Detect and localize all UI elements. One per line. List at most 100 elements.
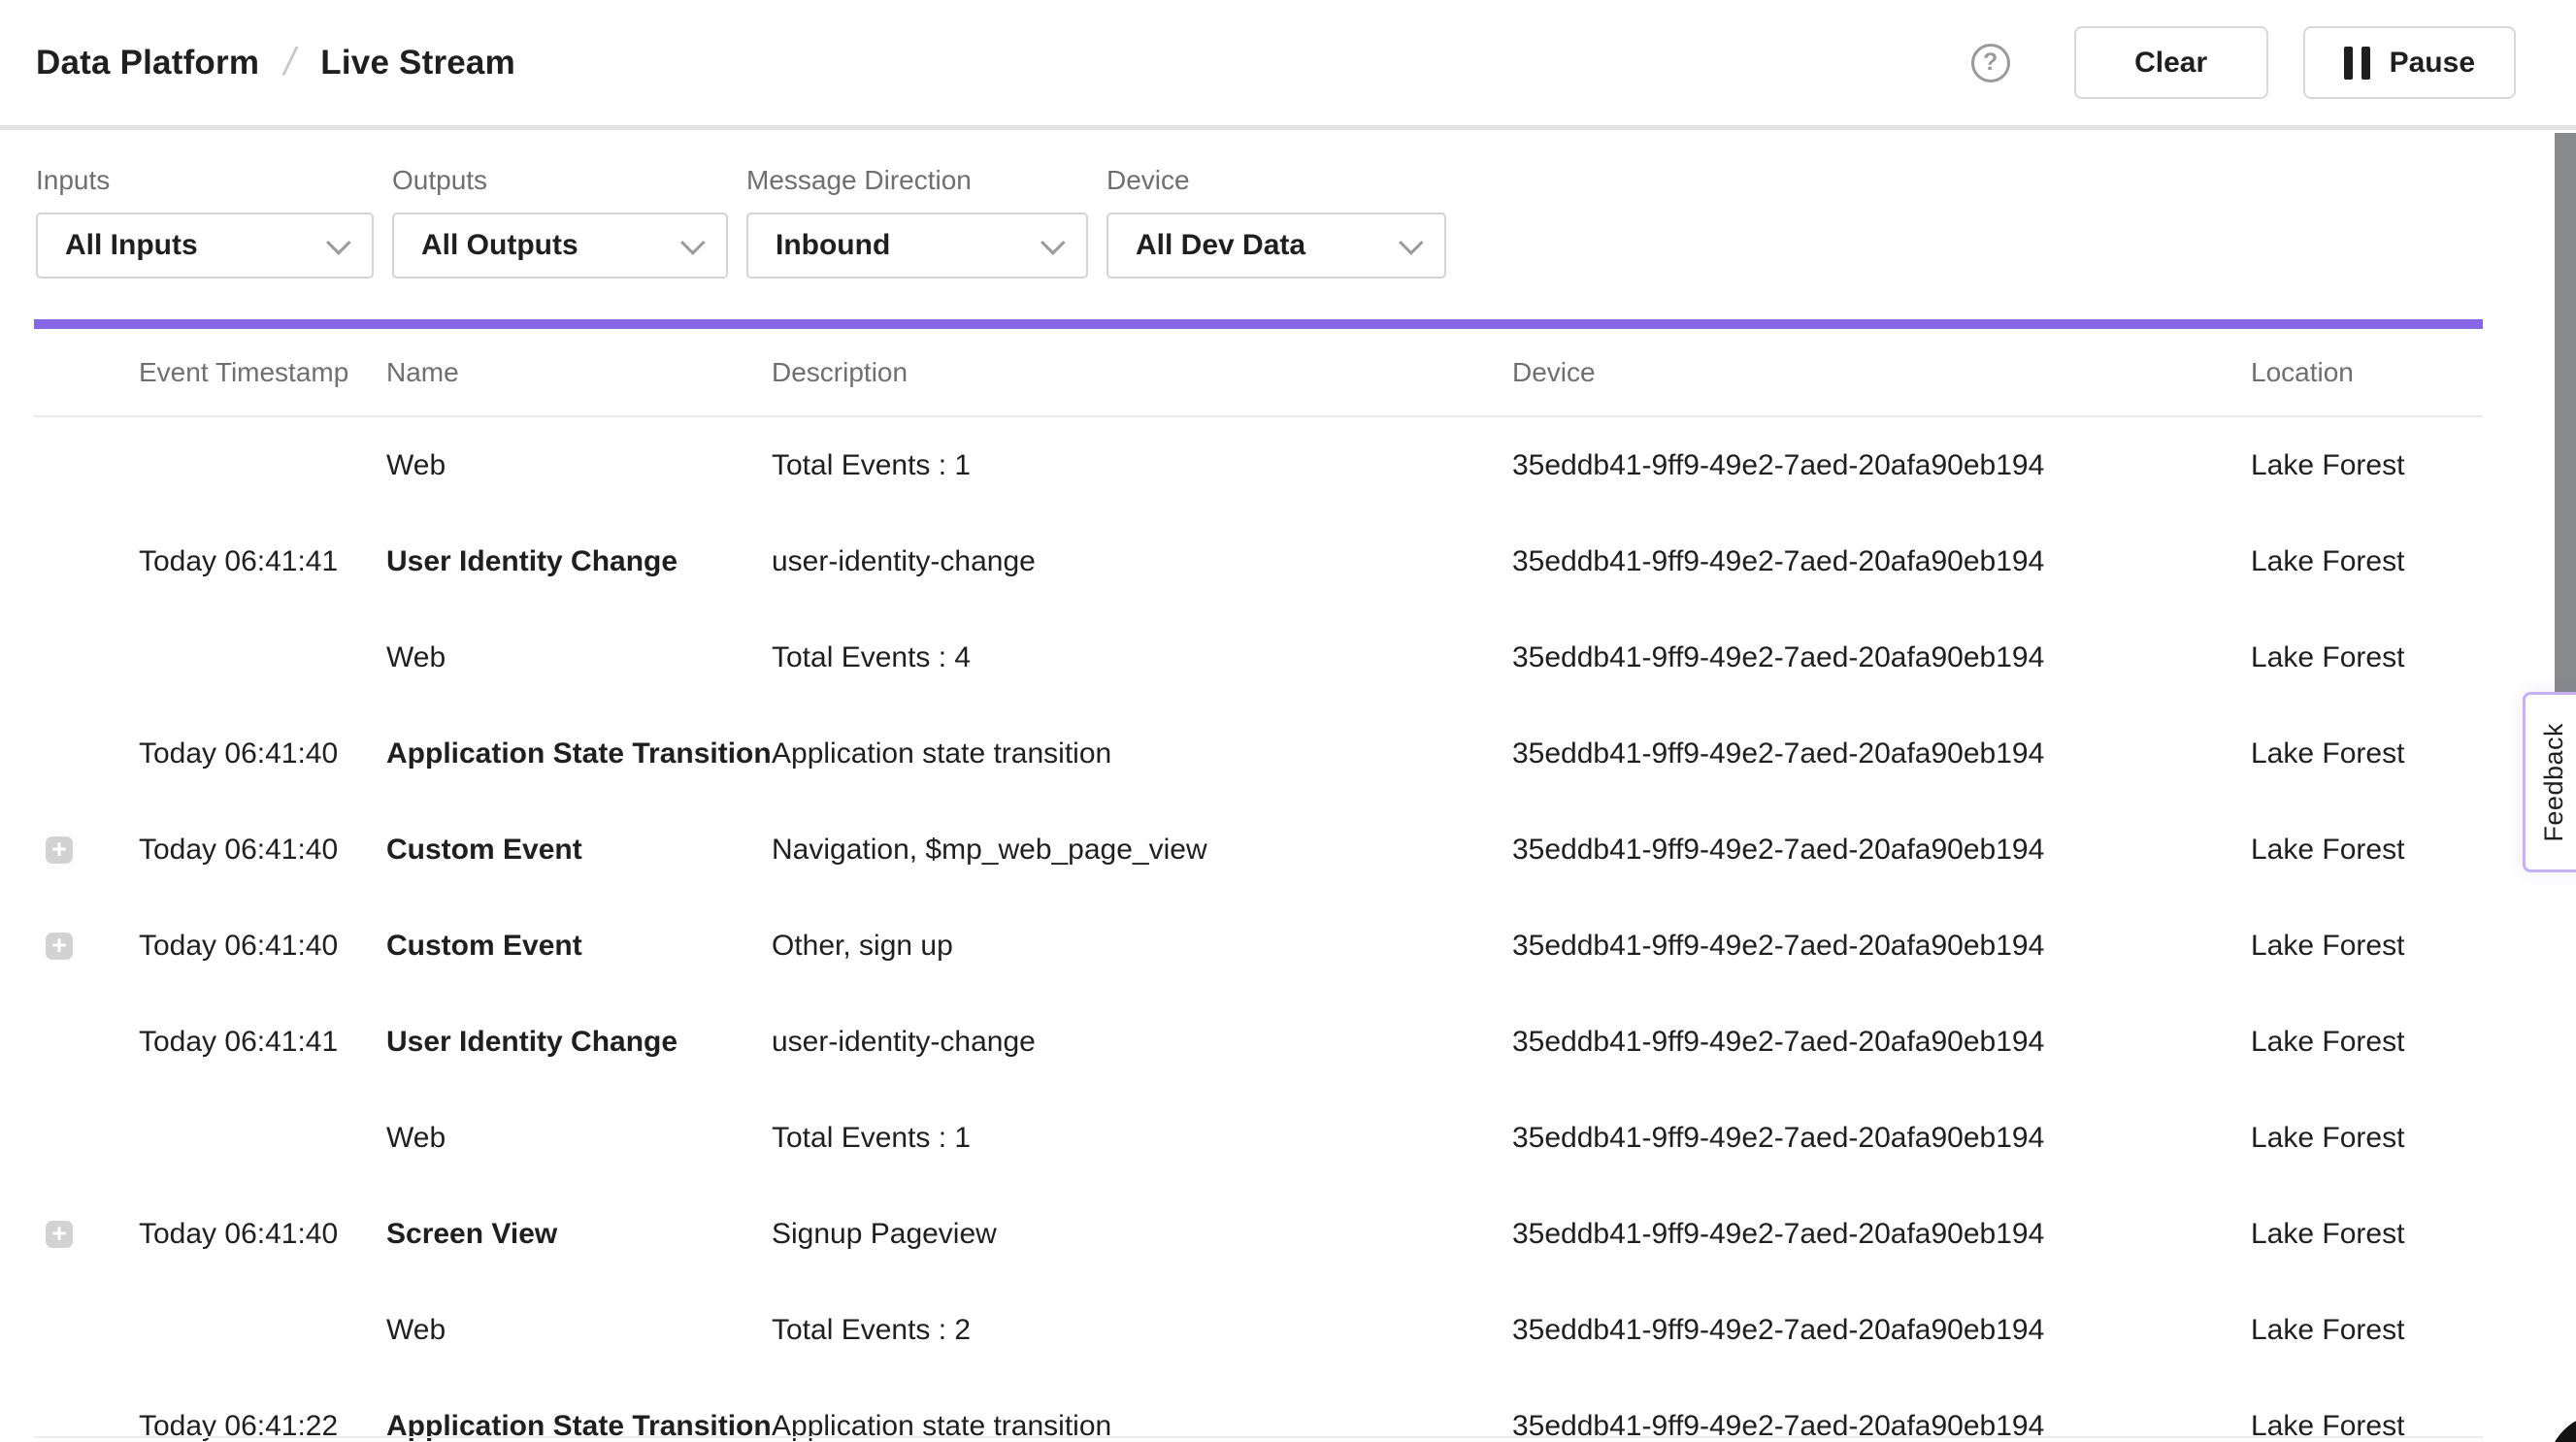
device-dropdown-value: All Dev Data	[1136, 229, 1305, 262]
outputs-dropdown-value: All Outputs	[421, 229, 578, 262]
outputs-dropdown[interactable]: All Outputs	[392, 213, 728, 279]
table-row[interactable]: + Web Total Events : 4 35eddb41-9ff9-49e…	[34, 609, 2483, 705]
direction-dropdown[interactable]: Inbound	[746, 213, 1088, 279]
cell-location: Lake Forest	[2251, 1218, 2483, 1251]
cell-device: 35eddb41-9ff9-49e2-7aed-20afa90eb194	[1512, 641, 2251, 674]
col-device: Device	[1512, 357, 2251, 388]
cell-device: 35eddb41-9ff9-49e2-7aed-20afa90eb194	[1512, 545, 2251, 578]
cell-location: Lake Forest	[2251, 930, 2483, 963]
inputs-dropdown-value: All Inputs	[65, 229, 198, 262]
accent-divider	[34, 319, 2483, 329]
vertical-scrollbar[interactable]	[2555, 133, 2576, 733]
filter-outputs: Outputs All Outputs	[392, 165, 728, 279]
cell-description: Total Events : 4	[772, 641, 1512, 674]
filter-direction: Message Direction Inbound	[746, 165, 1088, 279]
expand-row-icon[interactable]: +	[46, 933, 73, 960]
cell-device: 35eddb41-9ff9-49e2-7aed-20afa90eb194	[1512, 1122, 2251, 1155]
filter-outputs-label: Outputs	[392, 165, 728, 196]
cell-description: Total Events : 1	[772, 1122, 1512, 1155]
cell-name: Application State Transition	[386, 737, 772, 770]
cell-description: Signup Pageview	[772, 1218, 1512, 1251]
cell-location: Lake Forest	[2251, 737, 2483, 770]
breadcrumb-section[interactable]: Data Platform	[36, 44, 259, 82]
cell-description: user-identity-change	[772, 1026, 1512, 1059]
pause-button-label: Pause	[2390, 47, 2475, 80]
expand-row-icon[interactable]: +	[46, 836, 73, 864]
cell-timestamp: Today 06:41:40	[139, 1218, 386, 1251]
bottom-row-divider	[34, 1436, 2483, 1438]
table-row[interactable]: + Today 06:41:40 Custom Event Navigation…	[34, 802, 2483, 898]
table-row[interactable]: + Today 06:41:40 Screen View Signup Page…	[34, 1186, 2483, 1282]
clear-button-label: Clear	[2134, 47, 2207, 80]
cell-timestamp: Today 06:41:40	[139, 930, 386, 963]
table-row[interactable]: + Today 06:41:41 User Identity Change us…	[34, 994, 2483, 1090]
table-header-row: Event Timestamp Name Description Device …	[34, 329, 2483, 417]
live-stream-page: Data Platform / Live Stream ? Clear Paus…	[0, 0, 2576, 1442]
cell-description: Other, sign up	[772, 930, 1512, 963]
cell-device: 35eddb41-9ff9-49e2-7aed-20afa90eb194	[1512, 1218, 2251, 1251]
cell-device: 35eddb41-9ff9-49e2-7aed-20afa90eb194	[1512, 1026, 2251, 1059]
filter-direction-label: Message Direction	[746, 165, 1088, 196]
col-name: Name	[386, 357, 772, 388]
chevron-down-icon	[326, 230, 350, 254]
events-table: Event Timestamp Name Description Device …	[34, 329, 2483, 1442]
table-row[interactable]: + Today 06:41:40 Application State Trans…	[34, 705, 2483, 802]
pause-icon	[2344, 47, 2370, 80]
cell-name: Custom Event	[386, 930, 772, 963]
expand-row-icon[interactable]: +	[46, 1221, 73, 1248]
filter-device-label: Device	[1106, 165, 1446, 196]
cell-location: Lake Forest	[2251, 1122, 2483, 1155]
col-event-timestamp: Event Timestamp	[139, 357, 386, 388]
page-title: Live Stream	[320, 44, 515, 82]
feedback-tab[interactable]: Feedback	[2523, 692, 2576, 872]
cell-name: User Identity Change	[386, 1026, 772, 1059]
table-body: + Web Total Events : 1 35eddb41-9ff9-49e…	[34, 417, 2483, 1442]
cell-description: Total Events : 1	[772, 449, 1512, 482]
cell-location: Lake Forest	[2251, 1314, 2483, 1347]
table-row[interactable]: + Today 06:41:41 User Identity Change us…	[34, 513, 2483, 609]
cell-timestamp: Today 06:41:41	[139, 545, 386, 578]
cell-device: 35eddb41-9ff9-49e2-7aed-20afa90eb194	[1512, 930, 2251, 963]
chat-bubble-button[interactable]	[2547, 1413, 2576, 1442]
table-row[interactable]: + Today 06:41:22 Application State Trans…	[34, 1378, 2483, 1442]
chevron-down-icon	[1040, 230, 1065, 254]
col-location: Location	[2251, 357, 2483, 388]
col-description: Description	[772, 357, 1512, 388]
cell-location: Lake Forest	[2251, 834, 2483, 867]
filter-bar: Inputs All Inputs Outputs All Outputs Me…	[36, 165, 1446, 279]
filter-inputs: Inputs All Inputs	[36, 165, 374, 279]
cell-device: 35eddb41-9ff9-49e2-7aed-20afa90eb194	[1512, 737, 2251, 770]
breadcrumb: Data Platform / Live Stream	[36, 41, 515, 84]
cell-location: Lake Forest	[2251, 641, 2483, 674]
direction-dropdown-value: Inbound	[776, 229, 890, 262]
top-header: Data Platform / Live Stream ? Clear Paus…	[0, 0, 2576, 130]
cell-name: Screen View	[386, 1218, 772, 1251]
cell-timestamp: Today 06:41:40	[139, 834, 386, 867]
device-dropdown[interactable]: All Dev Data	[1106, 213, 1446, 279]
cell-name: User Identity Change	[386, 545, 772, 578]
cell-device: 35eddb41-9ff9-49e2-7aed-20afa90eb194	[1512, 449, 2251, 482]
cell-description: Navigation, $mp_web_page_view	[772, 834, 1512, 867]
cell-location: Lake Forest	[2251, 1026, 2483, 1059]
clear-button[interactable]: Clear	[2074, 26, 2268, 99]
chevron-down-icon	[680, 230, 705, 254]
chevron-down-icon	[1399, 230, 1423, 254]
table-row[interactable]: + Web Total Events : 1 35eddb41-9ff9-49e…	[34, 1090, 2483, 1186]
pause-button[interactable]: Pause	[2303, 26, 2516, 99]
cell-name: Web	[386, 1122, 772, 1155]
cell-name: Web	[386, 449, 772, 482]
feedback-tab-label: Feedback	[2539, 723, 2569, 842]
cell-name: Web	[386, 641, 772, 674]
table-row[interactable]: + Web Total Events : 1 35eddb41-9ff9-49e…	[34, 417, 2483, 513]
cell-name: Custom Event	[386, 834, 772, 867]
inputs-dropdown[interactable]: All Inputs	[36, 213, 374, 279]
cell-timestamp: Today 06:41:41	[139, 1026, 386, 1059]
table-row[interactable]: + Today 06:41:40 Custom Event Other, sig…	[34, 898, 2483, 994]
cell-device: 35eddb41-9ff9-49e2-7aed-20afa90eb194	[1512, 834, 2251, 867]
help-icon[interactable]: ?	[1971, 44, 2010, 82]
cell-description: user-identity-change	[772, 545, 1512, 578]
table-row[interactable]: + Web Total Events : 2 35eddb41-9ff9-49e…	[34, 1282, 2483, 1378]
filter-device: Device All Dev Data	[1106, 165, 1446, 279]
cell-description: Application state transition	[772, 737, 1512, 770]
cell-location: Lake Forest	[2251, 545, 2483, 578]
